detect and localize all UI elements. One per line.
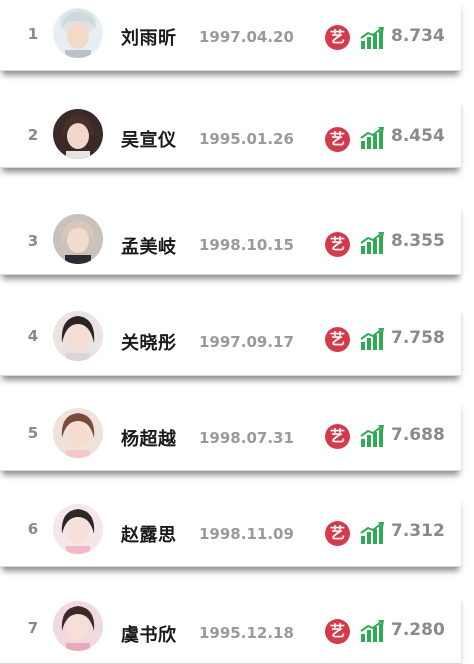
birth-date: 1997.04.20	[199, 28, 294, 46]
rank-number: 2	[27, 126, 39, 144]
birth-date: 1998.11.09	[199, 525, 294, 543]
trend-icon	[360, 27, 384, 49]
birth-date: 1998.10.15	[199, 236, 294, 254]
person-name: 杨超越	[121, 429, 177, 450]
avatar[interactable]	[53, 504, 103, 554]
yi-badge-icon: 艺	[325, 232, 350, 257]
rank-number: 7	[27, 619, 39, 637]
rank-number: 5	[27, 424, 39, 442]
avatar[interactable]	[53, 311, 103, 361]
trend-icon	[360, 425, 384, 447]
score-value: 7.688	[391, 425, 445, 445]
avatar[interactable]	[53, 214, 103, 264]
list-item[interactable]: 1 刘雨昕 1997.04.20 艺 8.734	[0, 0, 461, 71]
yi-badge-icon: 艺	[325, 327, 350, 352]
score-value: 8.454	[391, 126, 445, 146]
ranking-list: 1 刘雨昕 1997.04.20 艺 8.734 2 吴宣仪 1995.01.2…	[0, 0, 474, 664]
avatar[interactable]	[53, 408, 103, 458]
list-item[interactable]: 5 杨超越 1998.07.31 艺 7.688	[0, 400, 461, 471]
trend-icon	[360, 232, 384, 254]
rank-number: 3	[27, 232, 39, 250]
list-item[interactable]: 3 孟美岐 1998.10.15 艺 8.355	[0, 204, 461, 275]
yi-badge-icon: 艺	[325, 25, 350, 50]
birth-date: 1998.07.31	[199, 429, 294, 447]
person-name: 刘雨昕	[121, 28, 177, 49]
rank-number: 4	[27, 327, 39, 345]
trend-icon	[360, 620, 384, 642]
list-item[interactable]: 6 赵露思 1998.11.09 艺 7.312	[0, 496, 461, 567]
trend-icon	[360, 328, 384, 350]
score-value: 8.355	[391, 231, 445, 251]
yi-badge-icon: 艺	[325, 424, 350, 449]
avatar[interactable]	[53, 109, 103, 159]
score-value: 7.312	[391, 521, 445, 541]
list-item[interactable]: 2 吴宣仪 1995.01.26 艺 8.454	[0, 97, 461, 168]
birth-date: 1995.12.18	[199, 624, 294, 642]
yi-badge-icon: 艺	[325, 127, 350, 152]
yi-badge-icon: 艺	[325, 521, 350, 546]
rank-number: 6	[27, 520, 39, 538]
rank-number: 1	[27, 25, 39, 43]
score-value: 7.280	[391, 620, 445, 640]
person-name: 虞书欣	[121, 625, 177, 646]
person-name: 孟美岐	[121, 237, 177, 258]
person-name: 关晓彤	[121, 333, 177, 354]
person-name: 赵露思	[121, 525, 177, 546]
score-value: 7.758	[391, 328, 445, 348]
trend-icon	[360, 127, 384, 149]
trend-icon	[360, 522, 384, 544]
score-value: 8.734	[391, 26, 445, 46]
avatar[interactable]	[53, 601, 103, 651]
person-name: 吴宣仪	[121, 130, 177, 151]
birth-date: 1997.09.17	[199, 333, 294, 351]
birth-date: 1995.01.26	[199, 130, 294, 148]
list-item[interactable]: 7 虞书欣 1995.12.18 艺 7.280	[0, 593, 461, 664]
yi-badge-icon: 艺	[325, 619, 350, 644]
avatar[interactable]	[53, 8, 103, 58]
list-item[interactable]: 4 关晓彤 1997.09.17 艺 7.758	[0, 305, 461, 376]
